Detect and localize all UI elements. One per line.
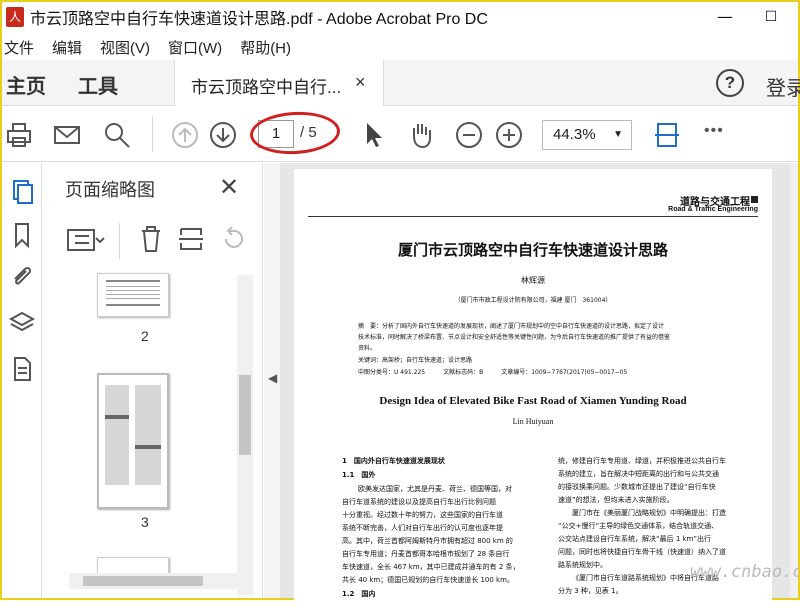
classification-line: 中图分类号：U 491.225 文献标志码：B 文章编号：1009−7767(2… [358,369,628,376]
body-text-line: 十分重视。经过数十年的努力，这些国家的自行车道 [342,511,503,519]
watermark: www.cnbao.com [690,562,800,582]
toolbar: 1 / 5 44.3% ▼ ••• [2,106,798,162]
body-text-line: 公交站点建设自行车系统，解决“最后 1 km”出行 [558,535,712,543]
hand-tool-icon[interactable] [406,120,436,150]
page-thumbnails-icon[interactable] [8,177,36,205]
body-text-line: 共长 40 km；德国已规划的自行车快速道长 100 km。 [342,576,514,584]
close-tab-icon[interactable]: × [355,72,366,93]
tab-row: 主页 工具 市云顶路空中自行... × ? 登录 [2,60,800,106]
minimize-button[interactable]: — [702,2,748,32]
menu-help[interactable]: 帮助(H) [240,37,291,58]
zoom-out-icon[interactable] [454,120,484,150]
header-rule [308,216,758,217]
window-title: 市云顶路空中自行车快速道设计思路.pdf - Adobe Acrobat Pro… [30,11,488,28]
previous-page-icon[interactable] [170,120,200,150]
body-text-line: 自行车专用道；丹麦首都哥本哈根市规划了 28 条自行 [342,550,510,558]
scrollbar-thumb[interactable] [239,375,251,455]
title-bar: 人 市云顶路空中自行车快速道设计思路.pdf - Adobe Acrobat P… [2,2,798,32]
body-text-line: 厦门市在《美丽厦门战略规划》中明确提出：打造 [572,509,726,517]
abstract-line: 资料。 [358,345,377,352]
chevron-down-icon: ▼ [613,129,623,140]
abstract-line: 技术标准，同时解决了桥梁布置、节点设计和安全舒适性等关键性问题，为今后自行车快速… [358,334,671,341]
zoom-select[interactable]: 44.3% ▼ [542,120,632,150]
maximize-button[interactable]: ☐ [748,2,794,32]
menu-bar: 文件 编辑 视图(V) 窗口(W) 帮助(H) [2,34,798,60]
journal-name-en: Road & Traffic Engineering [668,206,758,213]
body-text-line: 统，修建自行车专用道、绿道，并积极推进公共自行车 [558,457,726,465]
red-annotation-ellipse [248,109,342,157]
author-cn: 林辉源 [521,276,545,285]
body-text-line: 的接驳换乘问题。少数城市还提出了建设“自行车快 [558,483,716,491]
print-icon[interactable] [4,120,34,150]
collapse-pane-handle[interactable]: ◀ [264,163,280,598]
scrollbar-thumb[interactable] [83,576,203,586]
body-text-line: 速道”的想法，但均未进入实施阶段。 [558,496,674,504]
affiliation: （厦门市市政工程设计院有限公司，福建 厦门 361004） [454,297,612,304]
more-tools-icon[interactable]: ••• [704,122,724,140]
keywords: 关键词：高架桥；自行车快速道；设计思路 [358,357,473,364]
body-text-line: 路系统规划中。 [558,561,607,569]
menu-view[interactable]: 视图(V) [100,37,150,58]
document-tab-label: 市云顶路空中自行... [191,78,342,97]
body-text-line: 自行车道系统的建设以及提高自行车出行比例问题 [342,498,496,506]
close-icon[interactable]: ✕ [219,173,239,201]
page-thumbnail-3[interactable] [97,373,169,509]
thumbnail-scrollbar[interactable] [237,275,253,595]
extract-pages-icon[interactable] [177,223,205,255]
thumbnails-pane: 页面缩略图 ✕ 2 3 [43,163,263,598]
fit-page-icon[interactable] [652,120,682,150]
body-text-line: 系统的建立，旨在解决中短距离的出行和与公共交通 [558,470,719,478]
section-heading: 1 国内外自行车快速道发展现状 [342,457,445,465]
horizontal-scrollbar[interactable] [69,573,239,589]
left-rail [2,163,42,598]
body-text-line: 问题，同时也将快捷自行车骨干线（快速道）纳入了道 [558,548,726,556]
attachment-icon[interactable] [8,263,36,291]
page-number-2: 2 [141,328,149,344]
search-icon[interactable] [102,120,132,150]
tab-document[interactable]: 市云顶路空中自行... × [174,60,384,106]
abstract-line: 摘 要：分析了国内外自行车快速道的发展现状，阐述了厦门市规划中的空中自行车快速道… [358,323,665,330]
rotate-icon[interactable] [219,225,247,253]
document-view[interactable]: 道路与交通工程 Road & Traffic Engineering 厦门市云顶… [280,163,790,609]
body-text-line: “公交+慢行”主导的绿色交通体系，结合轨道交通、 [558,522,719,530]
subsection-heading: 1.1 国外 [342,471,376,479]
pdf-page: 道路与交通工程 Road & Traffic Engineering 厦门市云顶… [294,169,772,609]
next-page-icon[interactable] [208,120,238,150]
delete-page-icon[interactable] [137,223,165,255]
page-thumbnail-2[interactable] [97,273,169,317]
document-icon[interactable] [8,355,36,383]
collapse-arrow-icon: ◀ [268,371,278,385]
tab-home[interactable]: 主页 [6,70,46,99]
body-text-line: 车快速道，全长 467 km，其中已建成并通车的有 2 条， [342,563,520,571]
zoom-value: 44.3% [553,126,596,143]
email-icon[interactable] [52,120,82,150]
login-button[interactable]: 登录 [766,72,800,101]
layers-icon[interactable] [8,309,36,337]
toolbar-separator [152,116,153,152]
journal-marker [751,196,758,203]
body-text-line: 分为 3 种，见表 1。 [558,587,623,595]
author-en: Lin Huiyuan [512,417,554,426]
menu-file[interactable]: 文件 [4,37,34,58]
body-text-line: 系统不断完善，人们对自行车出行的认可度也逐年提 [342,524,503,532]
acrobat-pdf-icon: 人 [6,7,24,27]
paper-title-cn: 厦门市云顶路空中自行车快速道设计思路 [397,241,668,259]
bookmark-icon[interactable] [8,221,36,249]
thumbnail-options-icon[interactable] [65,225,105,255]
menu-window[interactable]: 窗口(W) [168,37,222,58]
select-cursor-icon[interactable] [358,120,388,150]
zoom-in-icon[interactable] [494,120,524,150]
page-number-3: 3 [141,514,149,530]
paper-title-en: Design Idea of Elevated Bike Fast Road o… [379,395,687,407]
menu-edit[interactable]: 编辑 [52,37,82,58]
subsection-heading: 1.2 国内 [342,590,376,598]
document-scrollbar[interactable] [790,163,798,598]
pane-separator [119,223,120,259]
help-button[interactable]: ? [716,69,744,97]
thumbnails-title: 页面缩略图 [65,180,155,200]
body-text-line: 欧美发达国家，尤其是丹麦、荷兰、德国等国，对 [358,485,512,493]
tab-tools[interactable]: 工具 [78,70,118,99]
body-text-line: 高。其中，荷兰首都阿姆斯特丹市拥有超过 800 km 的 [342,537,513,545]
